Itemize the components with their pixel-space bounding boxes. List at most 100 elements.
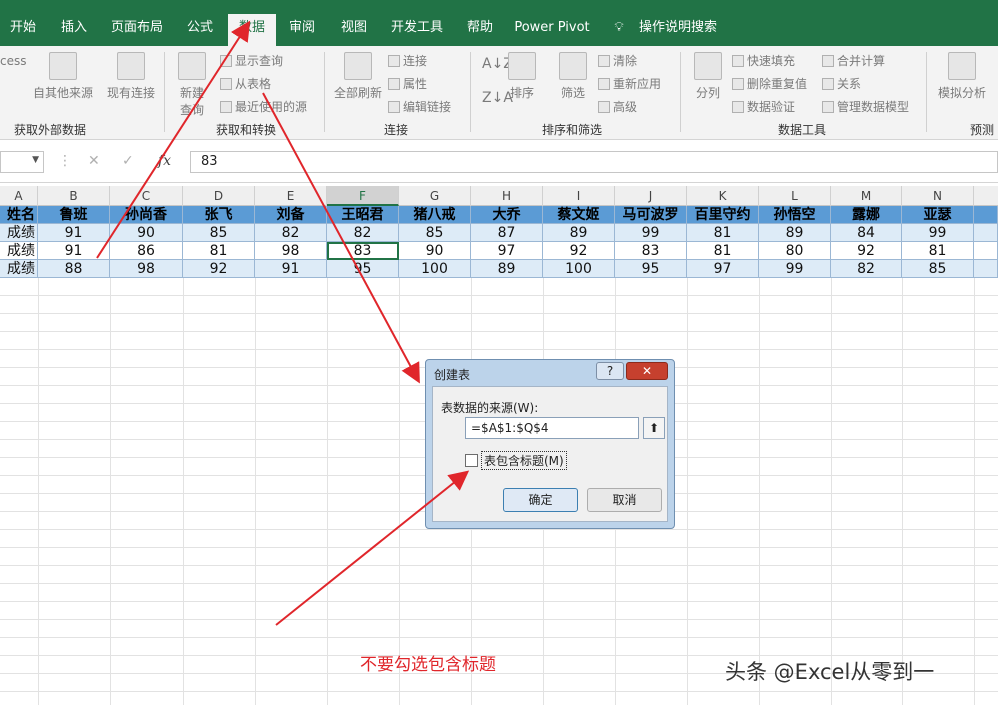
remove-duplicates-button[interactable]: 删除重复值 (732, 75, 807, 92)
sort-button[interactable]: 排序 (504, 52, 540, 101)
table-cell[interactable]: 85 (902, 260, 974, 278)
table-cell[interactable]: 露娜 (831, 206, 902, 224)
table-cell[interactable]: 姓名 (0, 206, 38, 224)
column-header-d[interactable]: D (183, 186, 255, 206)
table-cell[interactable] (974, 242, 998, 260)
manage-data-model-button[interactable]: 管理数据模型 (822, 98, 909, 115)
table-cell[interactable]: 91 (38, 224, 110, 242)
what-if-button[interactable]: 模拟分析 (934, 52, 990, 101)
cancel-button[interactable]: 取消 (587, 488, 662, 512)
table-cell[interactable]: 98 (255, 242, 327, 260)
recent-sources-button[interactable]: 最近使用的源 (220, 98, 307, 115)
column-header-e[interactable]: E (255, 186, 327, 206)
table-cell[interactable]: 81 (183, 242, 255, 260)
table-cell[interactable]: 成绩 (0, 242, 38, 260)
table-cell[interactable]: 百里守约 (687, 206, 759, 224)
edit-links-button[interactable]: 编辑链接 (388, 98, 451, 115)
table-cell[interactable]: 鲁班 (38, 206, 110, 224)
column-header-b[interactable]: B (38, 186, 110, 206)
table-cell[interactable]: 88 (38, 260, 110, 278)
table-cell[interactable]: 张飞 (183, 206, 255, 224)
advanced-button[interactable]: 高级 (598, 98, 637, 115)
table-cell[interactable]: 蔡文姬 (543, 206, 615, 224)
table-cell[interactable]: 81 (902, 242, 974, 260)
connections-button[interactable]: 连接 (388, 52, 427, 69)
close-button[interactable]: ✕ (626, 362, 668, 380)
table-cell[interactable]: 98 (110, 260, 183, 278)
clear-button[interactable]: 清除 (598, 52, 637, 69)
tab-page-layout[interactable]: 页面布局 (104, 14, 170, 46)
cancel-icon[interactable]: ✕ (88, 153, 100, 169)
filter-button[interactable]: 筛选 (555, 52, 591, 101)
properties-button[interactable]: 属性 (388, 75, 427, 92)
table-cell[interactable]: 84 (831, 224, 902, 242)
table-cell[interactable]: 刘备 (255, 206, 327, 224)
show-queries-button[interactable]: 显示查询 (220, 52, 283, 69)
chevron-down-icon[interactable]: ▼ (32, 155, 39, 165)
tell-me-search[interactable]: 操作说明搜索 (638, 14, 718, 46)
table-cell[interactable] (974, 224, 998, 242)
table-cell[interactable]: 82 (255, 224, 327, 242)
table-cell[interactable]: 91 (255, 260, 327, 278)
table-cell[interactable]: 90 (399, 242, 471, 260)
table-cell[interactable]: 猪八戒 (399, 206, 471, 224)
table-cell[interactable]: 成绩 (0, 260, 38, 278)
table-cell[interactable]: 85 (399, 224, 471, 242)
column-header-g[interactable]: G (399, 186, 471, 206)
collapse-dialog-icon[interactable]: ⬆ (643, 417, 665, 439)
reapply-button[interactable]: 重新应用 (598, 75, 661, 92)
table-cell[interactable]: 100 (399, 260, 471, 278)
table-cell[interactable]: 99 (615, 224, 687, 242)
table-cell[interactable]: 89 (759, 224, 831, 242)
table-cell[interactable]: 81 (687, 242, 759, 260)
table-cell[interactable]: 100 (543, 260, 615, 278)
tab-power-pivot[interactable]: Power Pivot (512, 14, 592, 46)
table-cell[interactable]: 亚瑟 (902, 206, 974, 224)
table-cell[interactable]: 95 (615, 260, 687, 278)
table-cell[interactable]: 孙尚香 (110, 206, 183, 224)
table-cell[interactable]: 83 (615, 242, 687, 260)
tab-home[interactable]: 开始 (0, 14, 46, 46)
column-header-c[interactable]: C (110, 186, 183, 206)
tab-insert[interactable]: 插入 (52, 14, 96, 46)
table-cell[interactable]: 成绩 (0, 224, 38, 242)
enter-icon[interactable]: ✓ (122, 153, 134, 169)
table-cell[interactable]: 82 (327, 224, 399, 242)
table-cell[interactable]: 王昭君 (327, 206, 399, 224)
ok-button[interactable]: 确定 (503, 488, 578, 512)
tab-data[interactable]: 数据 (228, 14, 276, 46)
text-to-columns-button[interactable]: 分列 (690, 52, 726, 101)
tab-help[interactable]: 帮助 (460, 14, 500, 46)
from-other-sources-button[interactable]: 自其他来源 (30, 52, 96, 101)
refresh-all-button[interactable]: 全部刷新 (332, 52, 384, 101)
column-header-h[interactable]: H (471, 186, 543, 206)
table-cell[interactable]: 95 (327, 260, 399, 278)
data-validation-button[interactable]: 数据验证 (732, 98, 795, 115)
column-header-a[interactable]: A (0, 186, 38, 206)
range-input[interactable]: =$A$1:$Q$4 (465, 417, 639, 439)
column-header-n[interactable]: N (902, 186, 974, 206)
formula-input[interactable]: 83 (190, 151, 998, 173)
flash-fill-button[interactable]: 快速填充 (732, 52, 795, 69)
table-cell[interactable]: 85 (183, 224, 255, 242)
table-cell[interactable]: 91 (38, 242, 110, 260)
new-query-button[interactable]: 新建 查询 (170, 52, 214, 118)
table-cell[interactable]: 80 (759, 242, 831, 260)
active-cell[interactable]: 83 (327, 242, 399, 260)
column-header-l[interactable]: L (759, 186, 831, 206)
table-cell[interactable]: 97 (471, 242, 543, 260)
table-cell[interactable]: 99 (759, 260, 831, 278)
consolidate-button[interactable]: 合并计算 (822, 52, 885, 69)
table-cell[interactable]: 81 (687, 224, 759, 242)
table-cell[interactable]: 92 (183, 260, 255, 278)
column-header-f[interactable]: F (327, 186, 399, 206)
column-header-k[interactable]: K (687, 186, 759, 206)
tab-review[interactable]: 审阅 (282, 14, 322, 46)
from-table-button[interactable]: 从表格 (220, 75, 271, 92)
table-cell[interactable]: 89 (471, 260, 543, 278)
column-header-j[interactable]: J (615, 186, 687, 206)
table-cell[interactable]: 大乔 (471, 206, 543, 224)
table-cell[interactable] (974, 206, 998, 224)
has-headers-label[interactable]: 表包含标题(M) (481, 451, 567, 470)
insert-function-icon[interactable]: fx (158, 153, 171, 169)
